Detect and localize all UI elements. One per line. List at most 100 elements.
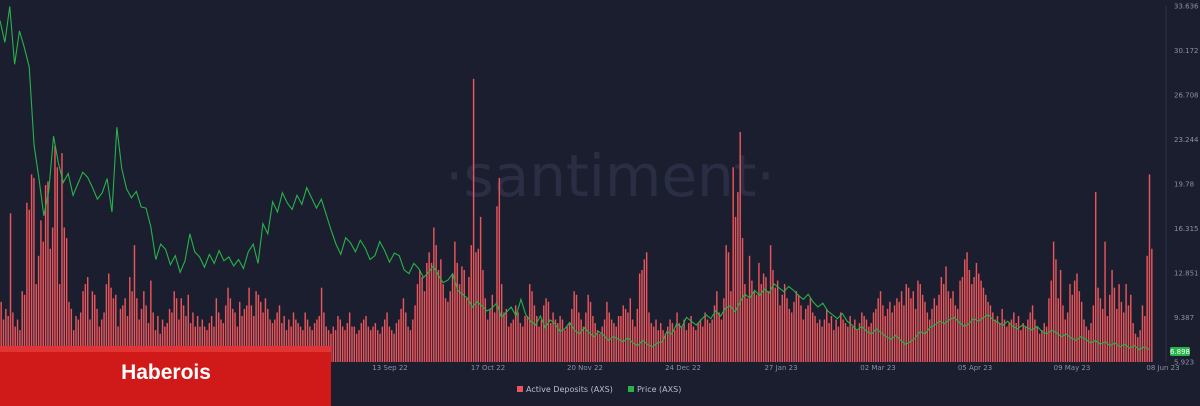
deposit-bar [767,291,769,362]
deposit-bar [945,266,947,362]
deposit-bar [552,312,554,362]
deposit-bar [706,319,709,362]
deposit-bar [1092,305,1095,362]
deposit-bar [512,319,515,362]
deposit-bar [676,312,678,362]
deposit-bar [802,319,805,362]
deposit-bar [739,131,741,362]
deposit-bar [484,298,487,362]
deposit-bar [748,255,751,362]
deposit-bar [564,330,566,362]
deposit-bar [568,323,571,362]
deposit-bar [779,305,781,362]
deposit-bar [533,305,536,362]
deposit-bar [1031,305,1034,362]
deposit-bar [1013,312,1015,362]
deposit-bar [741,238,744,362]
deposit-bar [978,273,980,362]
deposit-bar [47,181,49,362]
deposit-bar [369,330,372,362]
deposit-bar [961,277,964,362]
x-tick-label: 02 Mar 23 [860,364,895,372]
deposit-bar [1113,287,1116,362]
deposit-bar [1078,291,1081,362]
deposit-bar [823,319,826,362]
deposit-bar [758,262,760,362]
deposit-bar [952,291,954,362]
deposit-bar [479,216,482,362]
deposit-bar [341,326,344,362]
legend-swatch-deposits [517,386,523,392]
deposit-bar [1151,248,1153,362]
deposit-bar [1101,308,1104,362]
deposit-bar [949,298,952,362]
deposit-bar [524,315,526,362]
deposit-bar [814,315,816,362]
deposit-bar [919,284,922,362]
deposit-bar [898,301,900,362]
deposit-bar [381,326,384,362]
deposit-bar [921,294,924,362]
deposit-bar [601,326,603,362]
deposit-bar [456,262,458,362]
deposit-bar [917,280,919,362]
deposit-bar [51,227,54,362]
deposit-bar [636,308,639,362]
deposit-bar [463,269,465,362]
deposit-bar [1118,284,1120,362]
deposit-bar [133,245,136,362]
deposit-bar [828,323,830,362]
banner-highlight [0,346,331,352]
deposit-bar [421,277,423,362]
deposit-bar [807,305,809,362]
deposit-bar [1139,330,1141,362]
deposit-bar [365,315,367,362]
deposit-bar [1062,305,1064,362]
deposit-bar [582,326,585,362]
deposit-bar [671,323,674,362]
x-tick-label: 24 Dec 22 [665,364,701,372]
deposit-bar [56,167,59,362]
deposit-bar [444,298,447,362]
deposit-bar [695,330,697,362]
deposit-bar [454,241,456,362]
deposit-bar [1048,298,1050,362]
deposit-bar [903,305,905,362]
deposit-bar [580,319,582,362]
deposit-bar [755,294,758,362]
deposit-bar [870,323,872,362]
deposit-bar [510,323,512,362]
deposit-bar [543,305,545,362]
deposit-bar [643,259,646,362]
deposit-bar [334,330,337,362]
deposit-bar [1071,294,1074,362]
deposit-bar [833,330,835,362]
deposit-bar [1111,269,1113,362]
deposit-bar [964,259,966,362]
deposit-bar [931,308,933,362]
deposit-bar [760,284,762,362]
deposit-bar [561,319,564,362]
deposit-bar [910,298,912,362]
deposit-bar [865,319,868,362]
deposit-bar [351,326,353,362]
deposit-bar [493,312,496,362]
deposit-bar [821,326,823,362]
deposit-bar [521,326,524,362]
deposit-bar [790,312,793,362]
deposit-bar [753,291,755,362]
deposit-bar [1041,330,1043,362]
deposit-bar [376,330,379,362]
deposit-bar [355,333,358,362]
price-badge-text: 6.898 [1170,348,1190,356]
deposit-bar [926,312,929,362]
legend: Active Deposits (AXS) Price (AXS) [517,385,681,394]
deposit-bar [1087,330,1090,362]
deposit-bar [559,315,561,362]
y-tick-label: 19.78 [1174,180,1194,188]
banner-label: Haberois [121,361,211,384]
deposit-bar [638,273,641,362]
deposit-bar [1034,319,1036,362]
deposit-bar [398,319,400,362]
y-tick-label: 26.708 [1174,91,1199,99]
